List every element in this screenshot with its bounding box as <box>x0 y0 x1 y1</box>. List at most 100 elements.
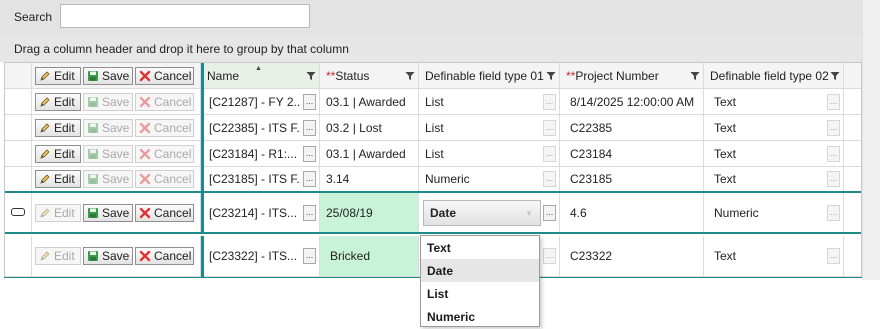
ellipsis-button[interactable]: ... <box>303 145 316 162</box>
project-number-cell[interactable]: C23185 <box>560 167 704 191</box>
floppy-disk-icon <box>87 173 99 185</box>
red-x-icon <box>139 250 151 262</box>
name-cell[interactable]: [C23322] - ITS...... <box>201 236 320 276</box>
vertical-scrollbar[interactable] <box>862 0 880 280</box>
edit-button[interactable]: Edit <box>35 170 81 188</box>
status-cell-edited[interactable]: 25/08/19 <box>320 193 419 232</box>
save-button[interactable]: Save <box>83 203 133 222</box>
status-cell[interactable]: 03.1 | Awarded <box>320 89 419 114</box>
project-number-cell[interactable]: C23184 <box>560 141 704 166</box>
name-cell[interactable]: [C22385] - ITS F...... <box>201 115 320 140</box>
project-number-cell[interactable]: 4.6 <box>560 193 704 232</box>
dropdown-option-list[interactable]: List <box>421 282 539 305</box>
table-row[interactable]: Edit Save Cancel [C22385] - ITS F...... … <box>5 115 861 141</box>
cancel-button[interactable]: Cancel <box>135 247 194 265</box>
dft01-cell[interactable]: List... <box>419 141 560 166</box>
floppy-disk-icon <box>87 96 99 108</box>
ellipsis-button[interactable]: ... <box>543 205 556 221</box>
ellipsis-button[interactable]: ... <box>303 248 316 264</box>
status-cell-edited[interactable]: Bricked <box>320 236 419 276</box>
name-cell[interactable]: [C23185] - ITS F...... <box>201 167 320 191</box>
name-cell[interactable]: [C23184] - R1:...... <box>201 141 320 166</box>
column-header-status[interactable]: **Status <box>320 63 419 88</box>
column-header-project-number[interactable]: **Project Number <box>560 63 704 88</box>
project-number-cell[interactable]: 8/14/2025 12:00:00 AM <box>560 89 704 114</box>
row-indicator-cell <box>5 141 32 166</box>
search-label: Search <box>14 10 53 24</box>
status-cell[interactable]: 3.14 <box>320 167 419 191</box>
name-cell[interactable]: [C21287] - FY 2...... <box>201 89 320 114</box>
ellipsis-button[interactable]: ... <box>303 204 316 221</box>
ellipsis-button[interactable]: ... <box>827 93 840 110</box>
save-button: Save <box>83 92 133 111</box>
floppy-disk-icon <box>87 122 99 134</box>
row-indicator-cell <box>5 167 32 191</box>
table-row[interactable]: Edit Save Cancel [C23184] - R1:...... 03… <box>5 141 861 167</box>
table-row-editing[interactable]: Edit Save Cancel [C23214] - ITS...... 25… <box>5 193 861 234</box>
dft02-cell[interactable]: Text... <box>704 141 844 166</box>
pencil-icon <box>39 148 51 160</box>
status-cell[interactable]: 03.2 | Lost <box>320 115 419 140</box>
save-button: Save <box>83 144 133 163</box>
ellipsis-button[interactable]: ... <box>827 145 840 162</box>
ellipsis-button[interactable]: ... <box>827 119 840 136</box>
edit-button[interactable]: Edit <box>35 144 81 163</box>
name-cell[interactable]: [C23214] - ITS...... <box>201 193 320 232</box>
dft01-cell[interactable]: List... <box>419 115 560 140</box>
ellipsis-button[interactable]: ... <box>827 248 840 264</box>
cancel-button[interactable]: Cancel <box>135 66 194 85</box>
ellipsis-button[interactable]: ... <box>827 171 840 187</box>
dft02-cell[interactable]: Text... <box>704 89 844 114</box>
edit-button[interactable]: Edit <box>35 66 81 85</box>
dft01-cell[interactable]: Date ▼ ... <box>419 193 560 232</box>
row-actions-cell: Edit Save Cancel <box>32 167 201 191</box>
project-number-cell[interactable]: C22385 <box>560 115 704 140</box>
dft02-cell[interactable]: Text... <box>704 167 844 191</box>
ellipsis-button[interactable]: ... <box>303 93 316 110</box>
filter-icon[interactable] <box>690 71 700 81</box>
filter-icon[interactable] <box>546 71 556 81</box>
ellipsis-button[interactable]: ... <box>543 93 556 110</box>
filter-icon[interactable] <box>830 71 840 81</box>
row-indicator-cell <box>5 193 32 232</box>
column-header-dft01[interactable]: Definable field type 01 <box>419 63 560 88</box>
table-row[interactable]: Edit Save Cancel [C21287] - FY 2...... 0… <box>5 89 861 115</box>
search-input[interactable] <box>60 4 310 28</box>
header-indicator-cell <box>5 63 32 88</box>
filter-icon[interactable] <box>405 71 415 81</box>
dft01-combobox[interactable]: Date ▼ <box>423 200 541 226</box>
project-number-cell[interactable]: C23322 <box>560 236 704 276</box>
filter-icon[interactable] <box>306 71 316 81</box>
ellipsis-button[interactable]: ... <box>543 145 556 162</box>
row-actions-cell: Edit Save Cancel <box>32 193 201 232</box>
ellipsis-button[interactable]: ... <box>543 119 556 136</box>
ellipsis-button[interactable]: ... <box>827 204 840 221</box>
dft01-cell[interactable]: Numeric... <box>419 167 560 191</box>
group-by-panel[interactable]: Drag a column header and drop it here to… <box>0 36 862 62</box>
pencil-icon <box>39 122 51 134</box>
dft01-cell[interactable]: List... <box>419 89 560 114</box>
save-button[interactable]: Save <box>83 247 133 265</box>
dropdown-option-date[interactable]: Date <box>421 259 539 282</box>
frozen-column-divider <box>201 63 204 234</box>
dropdown-option-numeric[interactable]: Numeric <box>421 305 539 328</box>
ellipsis-button[interactable]: ... <box>543 171 556 187</box>
header-actions-cell: Edit Save Cancel <box>32 63 201 88</box>
cancel-button[interactable]: Cancel <box>135 203 194 222</box>
dft02-cell[interactable]: Numeric... <box>704 193 844 232</box>
dropdown-option-text[interactable]: Text <box>421 236 539 259</box>
edit-button[interactable]: Edit <box>35 118 81 137</box>
red-x-icon <box>139 173 151 185</box>
edit-button[interactable]: Edit <box>35 92 81 111</box>
ellipsis-button[interactable]: ... <box>303 171 316 187</box>
edit-button: Edit <box>35 247 81 265</box>
dft02-cell[interactable]: Text... <box>704 236 844 276</box>
ellipsis-button[interactable]: ... <box>303 119 316 136</box>
dft02-cell[interactable]: Text... <box>704 115 844 140</box>
ellipsis-button[interactable]: ... <box>543 248 556 264</box>
table-row[interactable]: Edit Save Cancel [C23185] - ITS F...... … <box>5 167 861 193</box>
save-button[interactable]: Save <box>83 66 133 85</box>
column-header-dft02[interactable]: Definable field type 02 <box>704 63 844 88</box>
column-header-name[interactable]: ▲ Name <box>201 63 320 88</box>
status-cell[interactable]: 03.1 | Awarded <box>320 141 419 166</box>
